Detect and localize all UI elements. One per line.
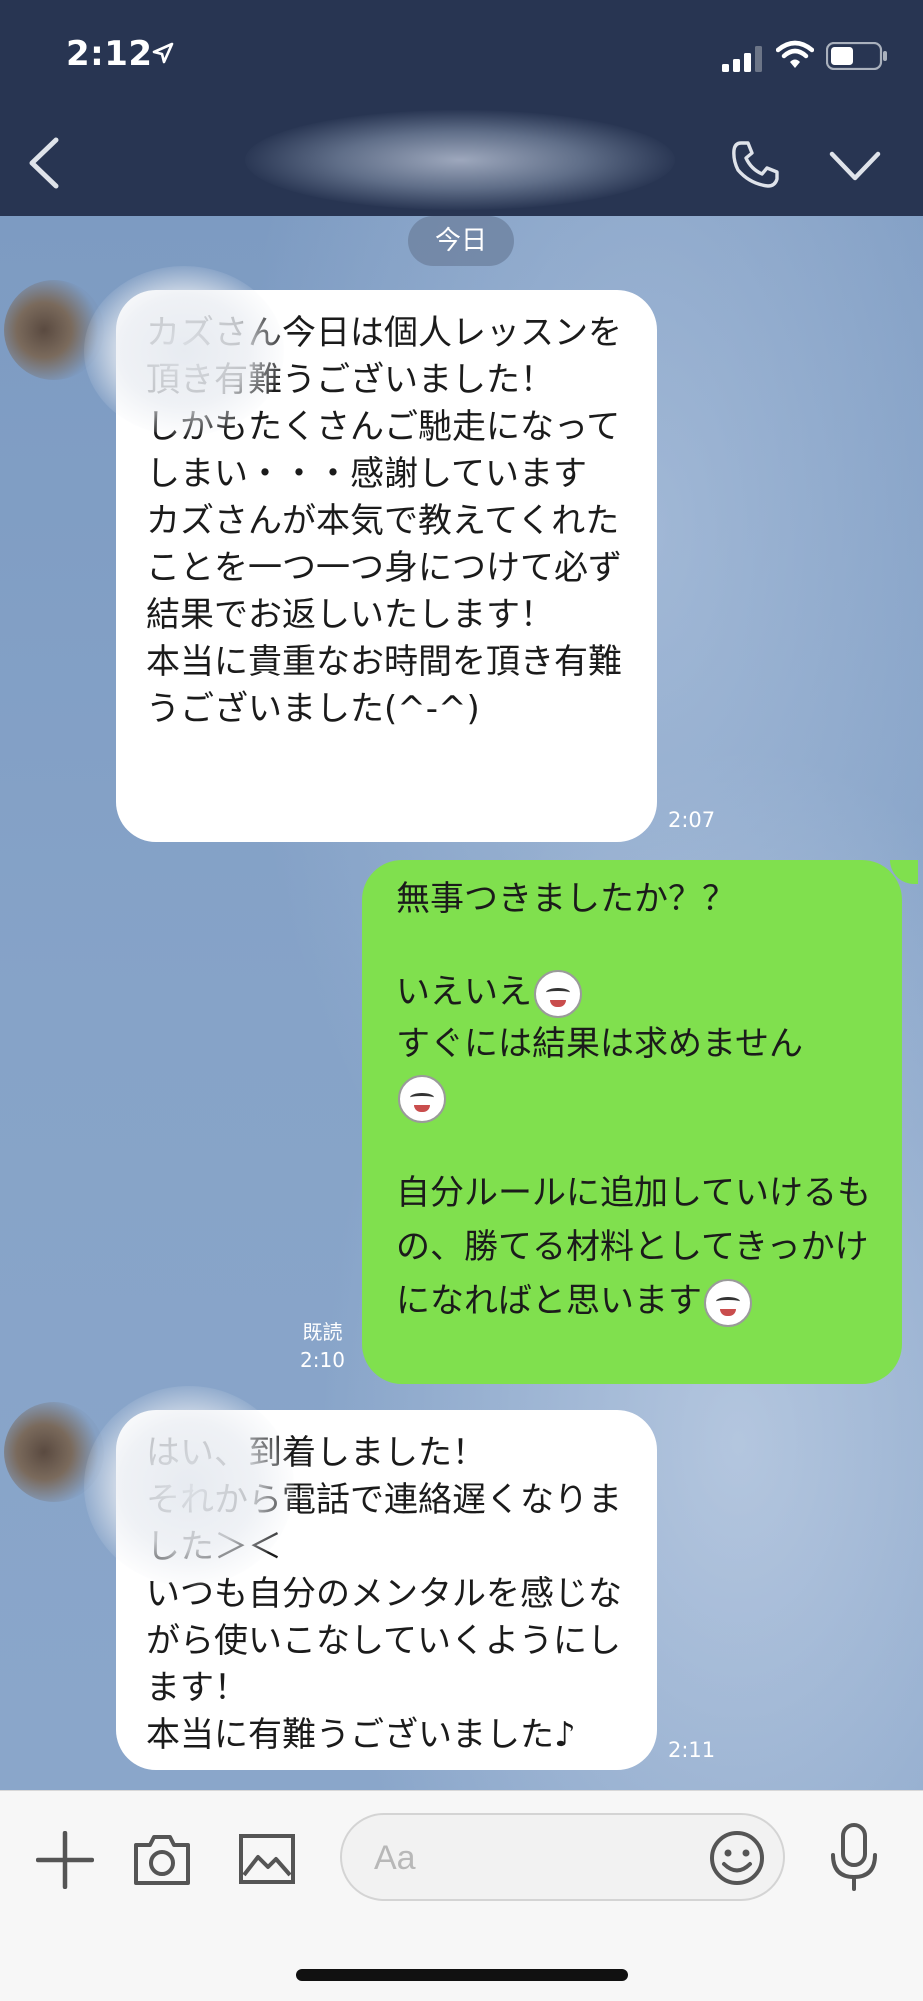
read-label: 既読 — [302, 1320, 343, 1344]
chevron-down-icon[interactable] — [828, 148, 882, 184]
message-line: 無事つきましたか？？ — [396, 879, 736, 919]
outgoing-message-bubble: 無事つきましたか？？ いえいえ すぐには結果は求めません 自分ルールに追加してい… — [362, 860, 902, 1384]
location-arrow-icon — [152, 42, 174, 64]
message-input[interactable] — [340, 1813, 785, 1901]
message-text-input[interactable] — [372, 1833, 696, 1883]
image-icon[interactable] — [238, 1833, 296, 1885]
message-line: すぐには結果は求めません — [396, 1024, 803, 1064]
microphone-icon[interactable] — [828, 1821, 880, 1893]
plus-icon[interactable] — [36, 1831, 94, 1889]
cellular-signal-icon — [722, 46, 762, 72]
emoji-icon[interactable] — [708, 1829, 766, 1887]
laughing-face-emoji — [398, 1074, 446, 1123]
message-time: 2:07 — [668, 808, 716, 832]
battery-icon — [826, 42, 887, 70]
blur-patch — [84, 1386, 294, 1586]
blur-patch — [84, 266, 284, 436]
read-receipt: 既読 2:10 — [300, 1318, 345, 1374]
message-line: いえいえ — [396, 963, 872, 1021]
phone-icon[interactable] — [728, 138, 782, 192]
camera-icon[interactable] — [132, 1831, 192, 1887]
wifi-icon — [776, 40, 814, 68]
date-separator: 今日 — [408, 216, 514, 266]
message-input-bar — [0, 1790, 923, 2001]
laughing-face-emoji — [534, 969, 582, 1018]
smiling-face-emoji — [704, 1278, 752, 1327]
home-indicator[interactable] — [296, 1969, 628, 1981]
message-time: 2:11 — [668, 1738, 716, 1762]
contact-name-blurred — [245, 110, 675, 210]
message-line — [396, 1068, 872, 1126]
message-line: 自分ルールに追加していけるもの、勝てる材料としてきっかけになればと思います — [396, 1166, 872, 1328]
back-chevron-icon[interactable] — [22, 136, 66, 190]
chat-header: 2:12 — [0, 0, 923, 216]
message-time: 2:10 — [300, 1348, 345, 1372]
chat-area[interactable]: 今日 カズさん今日は個人レッスンを頂き有難うございました！ しかもたくさんご馳走… — [0, 216, 923, 1790]
status-time: 2:12 — [66, 34, 153, 74]
